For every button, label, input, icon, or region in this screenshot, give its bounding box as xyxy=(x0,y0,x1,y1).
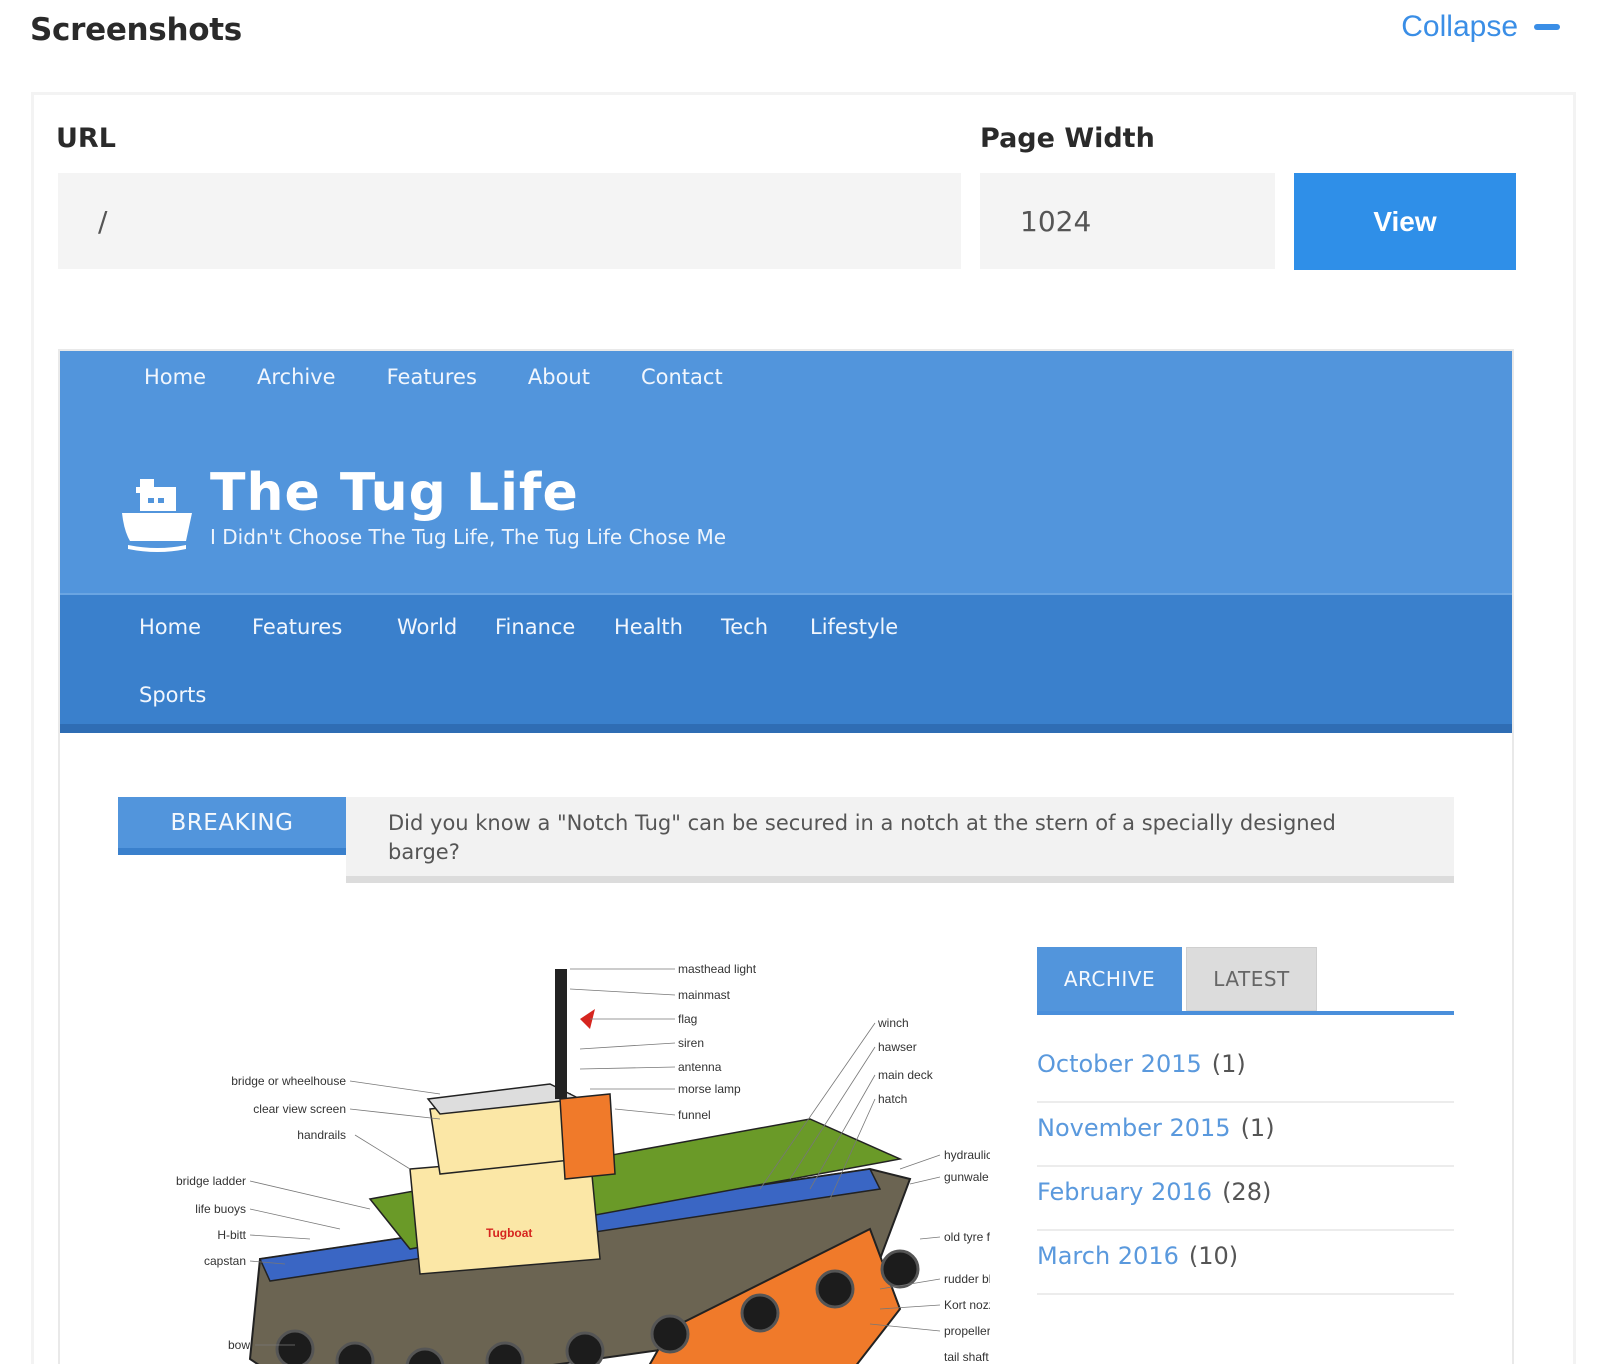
main-nav-lifestyle[interactable]: Lifestyle xyxy=(810,615,898,639)
url-label: URL xyxy=(56,123,116,154)
label-old-tyre-fender: old tyre fender xyxy=(944,1230,990,1244)
label-life-buoys: life buoys xyxy=(195,1202,246,1216)
label-hawser: hawser xyxy=(878,1040,917,1054)
label-bridge-ladder: bridge ladder xyxy=(176,1174,246,1188)
tab-latest[interactable]: LATEST xyxy=(1186,947,1317,1011)
breaking-label: BREAKING xyxy=(118,797,346,855)
list-item: February 2016 (28) xyxy=(1037,1167,1454,1231)
site-main-nav: Home Features World Finance Health Tech … xyxy=(60,593,1512,733)
label-kort-nozzle: Kort nozzle xyxy=(944,1298,990,1312)
label-clear-view-screen: clear view screen xyxy=(253,1102,346,1116)
site-name: The Tug Life xyxy=(210,463,579,523)
archive-tabs: ARCHIVE LATEST xyxy=(1037,947,1454,1015)
view-button[interactable]: View xyxy=(1294,173,1516,270)
site-header: Home Archive Features About Contact The xyxy=(60,351,1512,593)
label-masthead-light: masthead light xyxy=(678,962,757,976)
label-main-deck: main deck xyxy=(878,1068,934,1082)
archive-count: (1) xyxy=(1211,1050,1246,1078)
label-siren: siren xyxy=(678,1036,704,1050)
label-bridge-wheelhouse: bridge or wheelhouse xyxy=(231,1074,346,1088)
archive-link[interactable]: November 2015 xyxy=(1037,1114,1231,1142)
label-hydraulic-pins: hydraulic pins xyxy=(944,1148,990,1162)
page-width-label: Page Width xyxy=(980,123,1155,154)
diagram-boat-name: Tugboat xyxy=(486,1226,532,1240)
top-header: Screenshots Collapse xyxy=(0,0,1600,80)
top-nav-home[interactable]: Home xyxy=(144,365,206,389)
collapse-button[interactable]: Collapse xyxy=(1401,10,1560,44)
archive-count: (1) xyxy=(1240,1114,1275,1142)
archive-link[interactable]: March 2016 xyxy=(1037,1242,1179,1270)
label-antenna: antenna xyxy=(678,1060,722,1074)
label-hatch: hatch xyxy=(878,1092,907,1106)
archive-count: (28) xyxy=(1222,1178,1272,1206)
label-h-bitt: H-bitt xyxy=(217,1228,246,1242)
screenshot-panel: URL Page Width View Home Archive Feature… xyxy=(31,92,1576,1364)
minus-icon xyxy=(1534,24,1560,30)
top-nav-about[interactable]: About xyxy=(528,365,590,389)
label-gunwale: gunwale xyxy=(944,1170,989,1184)
list-item: March 2016 (10) xyxy=(1037,1231,1454,1295)
main-nav-home[interactable]: Home xyxy=(139,615,201,639)
main-nav-tech[interactable]: Tech xyxy=(721,615,768,639)
main-nav-health[interactable]: Health xyxy=(614,615,683,639)
tab-archive[interactable]: ARCHIVE xyxy=(1037,947,1182,1011)
tugboat-logo-icon xyxy=(122,479,192,552)
label-capstan: capstan xyxy=(204,1254,246,1268)
label-handrails: handrails xyxy=(297,1128,346,1142)
main-nav-features[interactable]: Features xyxy=(252,615,342,639)
screenshot-preview: Home Archive Features About Contact The xyxy=(58,349,1514,1364)
site-tagline: I Didn't Choose The Tug Life, The Tug Li… xyxy=(210,525,727,549)
list-item: October 2015 (1) xyxy=(1037,1039,1454,1103)
top-nav-features[interactable]: Features xyxy=(387,365,477,389)
url-input[interactable] xyxy=(58,173,961,269)
label-bow: bow xyxy=(228,1338,250,1352)
main-nav-sports[interactable]: Sports xyxy=(139,683,206,707)
archive-count: (10) xyxy=(1188,1242,1239,1270)
breaking-news-text[interactable]: Did you know a "Notch Tug" can be secure… xyxy=(346,797,1454,883)
label-tail-shaft: tail shaft xyxy=(944,1350,989,1364)
page-width-input[interactable] xyxy=(980,173,1275,269)
label-flag: flag xyxy=(678,1012,697,1026)
label-morse-lamp: morse lamp xyxy=(678,1082,741,1096)
tugboat-diagram-image: Tugboat masthead light mainmast flag sir… xyxy=(176,962,990,1364)
archive-list: October 2015 (1) November 2015 (1) Febru… xyxy=(1037,1039,1454,1295)
label-rudder-blade: rudder blade xyxy=(944,1272,990,1286)
main-nav-finance[interactable]: Finance xyxy=(495,615,575,639)
list-item: November 2015 (1) xyxy=(1037,1103,1454,1167)
label-winch: winch xyxy=(877,1016,909,1030)
label-propeller: propeller xyxy=(944,1324,990,1338)
site-brand[interactable]: The Tug Life I Didn't Choose The Tug Lif… xyxy=(118,463,726,553)
archive-link[interactable]: February 2016 xyxy=(1037,1178,1212,1206)
label-mainmast: mainmast xyxy=(678,988,731,1002)
top-nav-archive[interactable]: Archive xyxy=(257,365,336,389)
top-nav-contact[interactable]: Contact xyxy=(641,365,723,389)
section-title: Screenshots xyxy=(30,12,242,48)
site-top-nav: Home Archive Features About Contact xyxy=(144,365,774,389)
main-nav-world[interactable]: World xyxy=(397,615,457,639)
archive-link[interactable]: October 2015 xyxy=(1037,1050,1202,1078)
collapse-label: Collapse xyxy=(1401,10,1518,43)
label-funnel: funnel xyxy=(678,1108,711,1122)
